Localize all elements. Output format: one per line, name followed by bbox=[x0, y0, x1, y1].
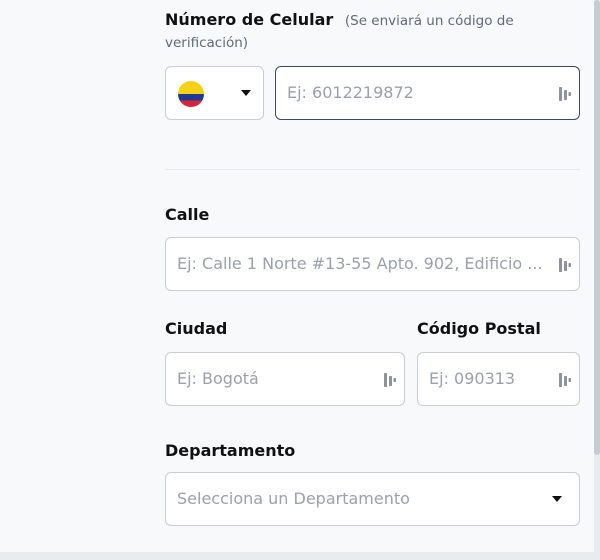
department-label: Departamento bbox=[165, 441, 296, 460]
phone-label: Número de Celular (Se enviará un código … bbox=[165, 10, 514, 29]
bottom-edge bbox=[0, 552, 600, 560]
street-input[interactable]: Ej: Calle 1 Norte #13-55 Apto. 902, Edif… bbox=[165, 237, 580, 291]
address-form: Número de Celular (Se enviará un código … bbox=[0, 0, 600, 560]
colombia-flag-icon bbox=[178, 81, 204, 107]
password-manager-key-icon[interactable] bbox=[558, 372, 572, 388]
phone-placeholder: Ej: 6012219872 bbox=[287, 83, 414, 102]
street-placeholder: Ej: Calle 1 Norte #13-55 Apto. 902, Edif… bbox=[177, 254, 543, 273]
phone-hint: (Se enviará un código de bbox=[344, 13, 514, 29]
password-manager-key-icon[interactable] bbox=[383, 372, 397, 388]
street-label: Calle bbox=[165, 205, 210, 224]
section-divider bbox=[165, 169, 580, 170]
postal-code-placeholder: Ej: 090313 bbox=[429, 369, 516, 388]
phone-input[interactable]: Ej: 6012219872 bbox=[275, 66, 580, 120]
department-placeholder: Selecciona un Departamento bbox=[177, 489, 410, 508]
country-caret-down-icon bbox=[241, 90, 251, 96]
phone-hint-continued: verificación) bbox=[165, 35, 249, 51]
country-code-select[interactable] bbox=[165, 66, 264, 120]
scrollbar-thumb[interactable] bbox=[594, 0, 600, 455]
password-manager-key-icon[interactable] bbox=[558, 257, 572, 273]
caret-down-icon bbox=[552, 496, 562, 502]
scrollbar-track[interactable] bbox=[594, 0, 600, 552]
password-manager-key-icon[interactable] bbox=[558, 86, 572, 102]
city-label: Ciudad bbox=[165, 319, 228, 338]
postal-code-label: Código Postal bbox=[417, 319, 541, 338]
postal-code-input[interactable]: Ej: 090313 bbox=[417, 352, 580, 406]
city-placeholder: Ej: Bogotá bbox=[177, 369, 259, 388]
phone-label-text: Número de Celular bbox=[165, 10, 334, 29]
department-select[interactable]: Selecciona un Departamento bbox=[165, 472, 580, 526]
city-input[interactable]: Ej: Bogotá bbox=[165, 352, 405, 406]
